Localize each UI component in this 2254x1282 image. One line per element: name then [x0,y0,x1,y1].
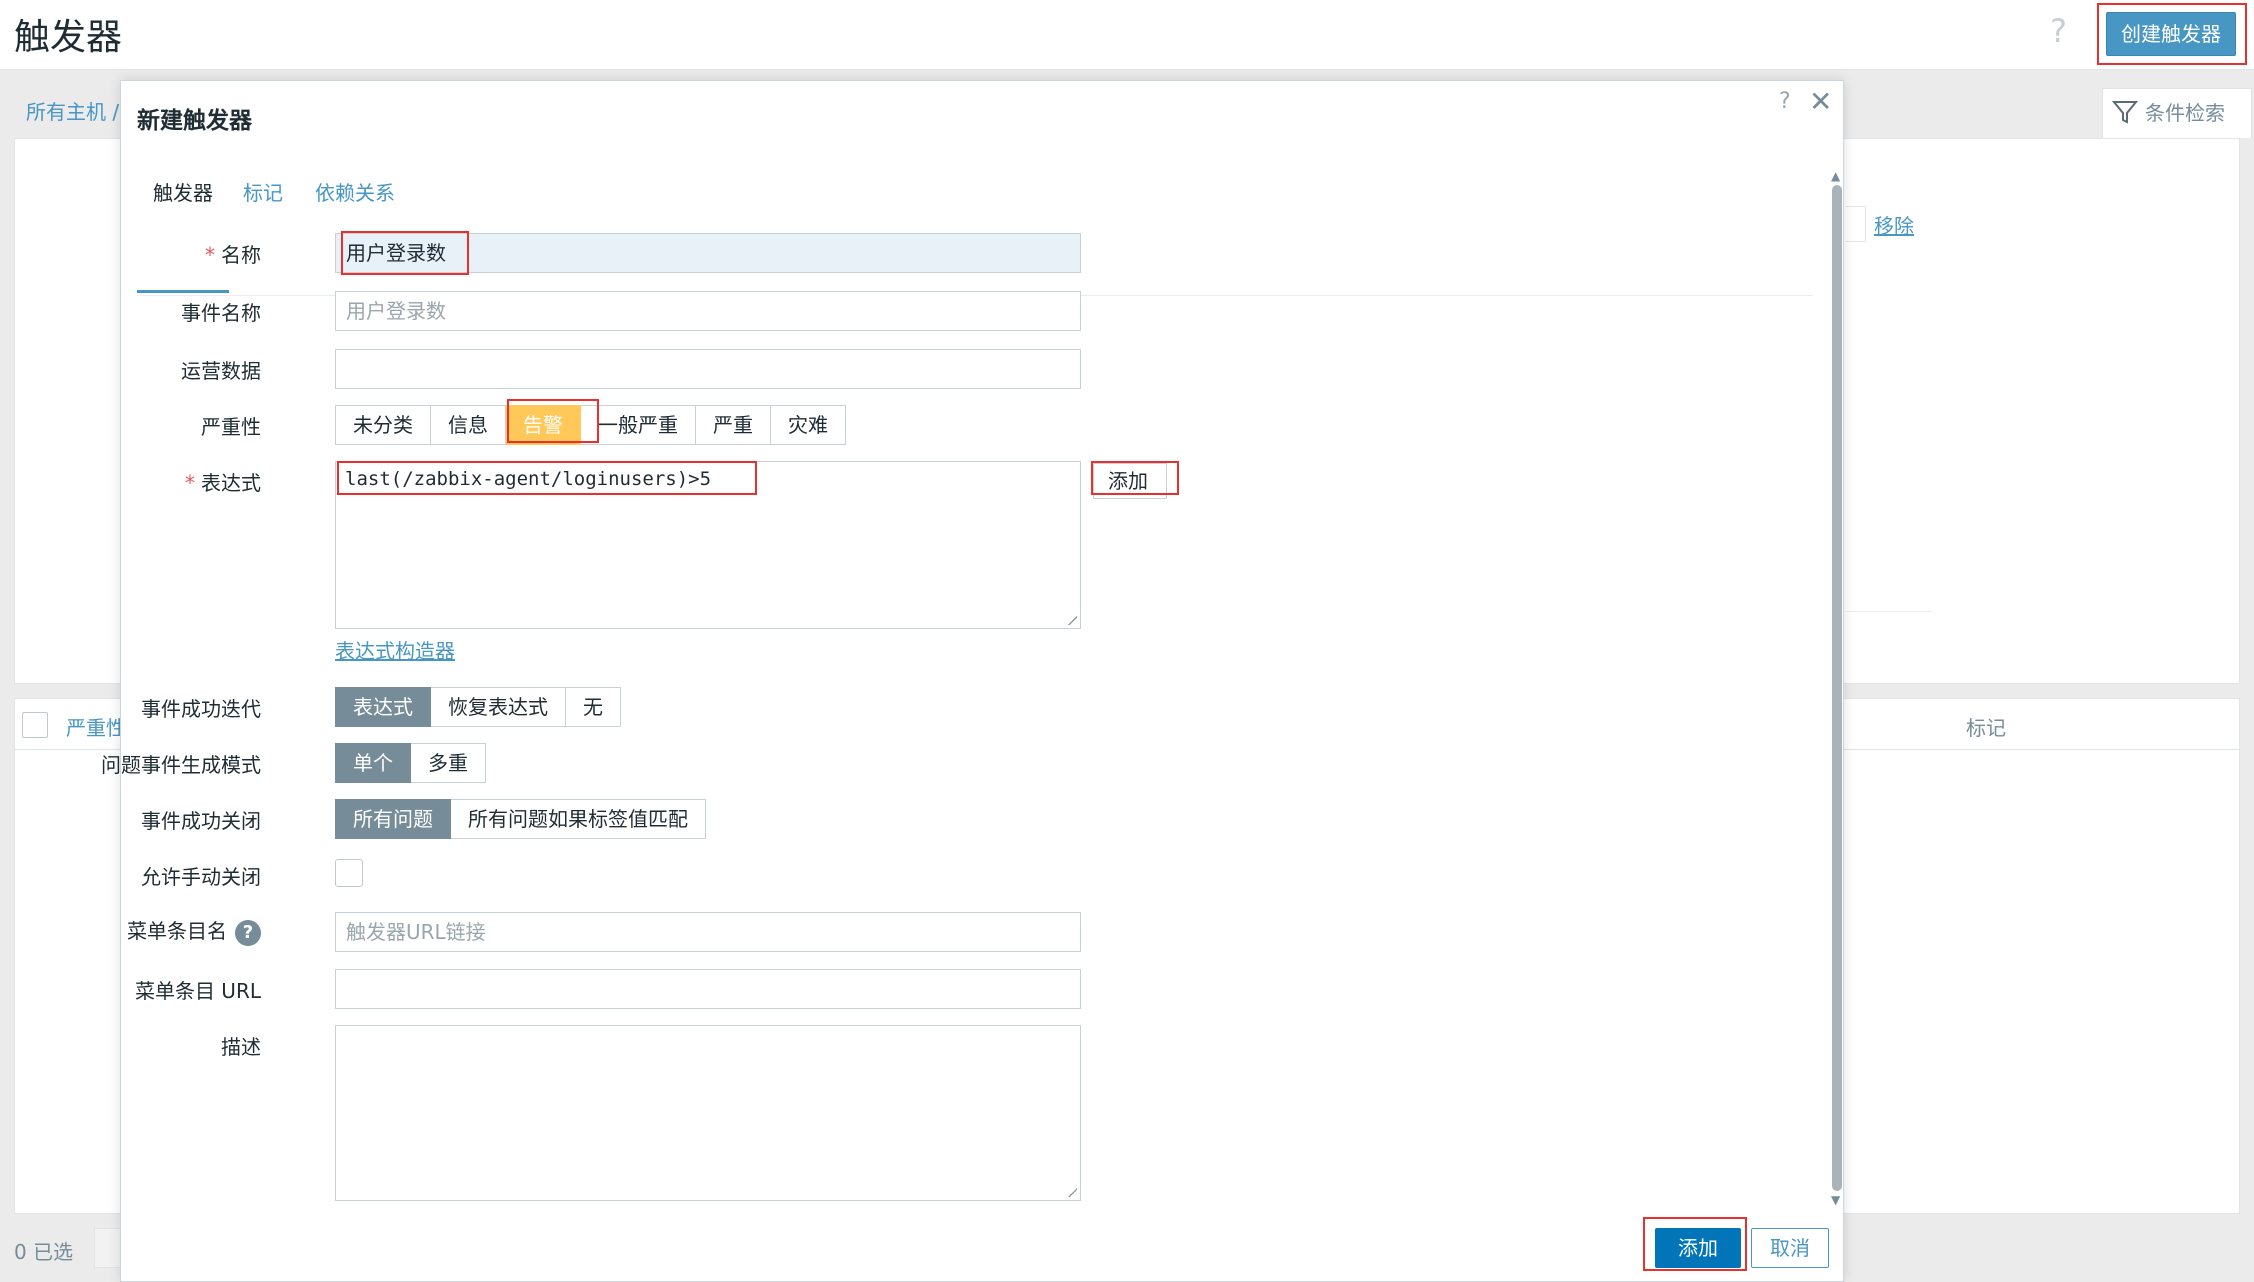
event-name-input[interactable]: 用户登录数 [335,291,1081,331]
url-name-input[interactable]: 触发器URL链接 [335,912,1081,952]
filter-tab[interactable]: 条件检索 [2102,88,2252,138]
selected-count: 0 已选 [14,1240,74,1264]
expression-constructor-link[interactable]: 表达式构造器 [335,635,455,664]
highlight-box [337,461,757,495]
description-label: 描述 [221,1035,261,1059]
url-label: 菜单条目 URL [134,979,261,1003]
ok-close-all-problems[interactable]: 所有问题 [335,799,451,839]
help-icon[interactable]: ? [1779,89,1791,114]
severity-label: 严重性 [201,415,261,439]
severity-high[interactable]: 严重 [696,405,771,445]
problem-mode-label: 问题事件生成模式 [101,753,261,777]
scroll-up-arrow-icon[interactable]: ▲ [1831,169,1840,183]
event-name-label: 事件名称 [181,301,261,325]
problem-mode-selector: 单个 多重 [335,743,486,783]
ok-event-generation-label: 事件成功迭代 [141,697,261,721]
severity-information[interactable]: 信息 [431,405,506,445]
breadcrumb[interactable]: 所有主机 / [26,96,119,125]
close-icon[interactable]: ✕ [1809,85,1832,118]
highlight-box [1091,461,1179,495]
dialog-title: 新建触发器 [137,108,252,134]
resize-handle[interactable] [1067,1187,1077,1197]
description-textarea[interactable] [335,1025,1081,1201]
ok-event-recovery-option[interactable]: 恢复表达式 [431,687,566,727]
expression-label: * 表达式 [185,471,261,495]
scrollbar-thumb[interactable] [1832,185,1842,1191]
divider [1846,611,1932,612]
highlight-box [507,399,599,443]
filter-icon [2111,101,2139,124]
filter-input-stub[interactable] [1846,206,1866,242]
ok-event-generation-selector: 表达式 恢复表达式 无 [335,687,621,727]
ok-close-tag-match[interactable]: 所有问题如果标签值匹配 [451,799,706,839]
ok-close-label: 事件成功关闭 [141,809,261,833]
manual-close-checkbox[interactable] [335,859,363,887]
problem-mode-single[interactable]: 单个 [335,743,411,783]
new-trigger-dialog: 新建触发器 ? ✕ 触发器 标记 依赖关系 * 名称 用户登录数 事件名称 用户登… [101,80,1844,1282]
tab-tags[interactable]: 标记 [243,177,283,206]
event-name-placeholder: 用户登录数 [346,299,446,323]
highlight-box [1643,1217,1747,1271]
opdata-input[interactable] [335,349,1081,389]
select-all-checkbox[interactable] [22,712,48,738]
required-mark: * [205,243,215,267]
url-input[interactable] [335,969,1081,1009]
filter-tab-label: 条件检索 [2145,101,2225,125]
severity-not-classified[interactable]: 未分类 [335,405,431,445]
resize-handle[interactable] [1067,615,1077,625]
create-trigger-button[interactable]: 创建触发器 [2106,12,2236,56]
tab-trigger[interactable]: 触发器 [153,177,213,206]
scroll-down-arrow-icon[interactable]: ▼ [1831,1193,1840,1207]
cancel-button[interactable]: 取消 [1751,1228,1829,1268]
problem-mode-multiple[interactable]: 多重 [411,743,486,783]
opdata-label: 运营数据 [181,359,261,383]
required-mark: * [185,471,195,495]
url-name-label: 菜单条目名? [127,915,261,946]
page-title: 触发器 [14,17,123,58]
remove-link[interactable]: 移除 [1874,210,1914,239]
help-icon[interactable]: ? [235,919,261,946]
tags-column-header: 标记 [1966,716,2006,740]
ok-event-none-option[interactable]: 无 [566,687,621,727]
ok-close-selector: 所有问题 所有问题如果标签值匹配 [335,799,706,839]
manual-close-label: 允许手动关闭 [141,865,261,889]
severity-column-header[interactable]: 严重性 [66,712,126,741]
ok-event-expression-option[interactable]: 表达式 [335,687,431,727]
help-icon[interactable]: ? [2050,12,2067,50]
highlight-box [341,231,469,275]
page-header: 触发器 ? 创建触发器 [0,0,2254,70]
severity-disaster[interactable]: 灾难 [771,405,846,445]
name-label: * 名称 [205,243,261,267]
url-name-placeholder: 触发器URL链接 [346,920,486,944]
tab-dependencies[interactable]: 依赖关系 [315,177,395,206]
active-tab-indicator [137,290,229,293]
